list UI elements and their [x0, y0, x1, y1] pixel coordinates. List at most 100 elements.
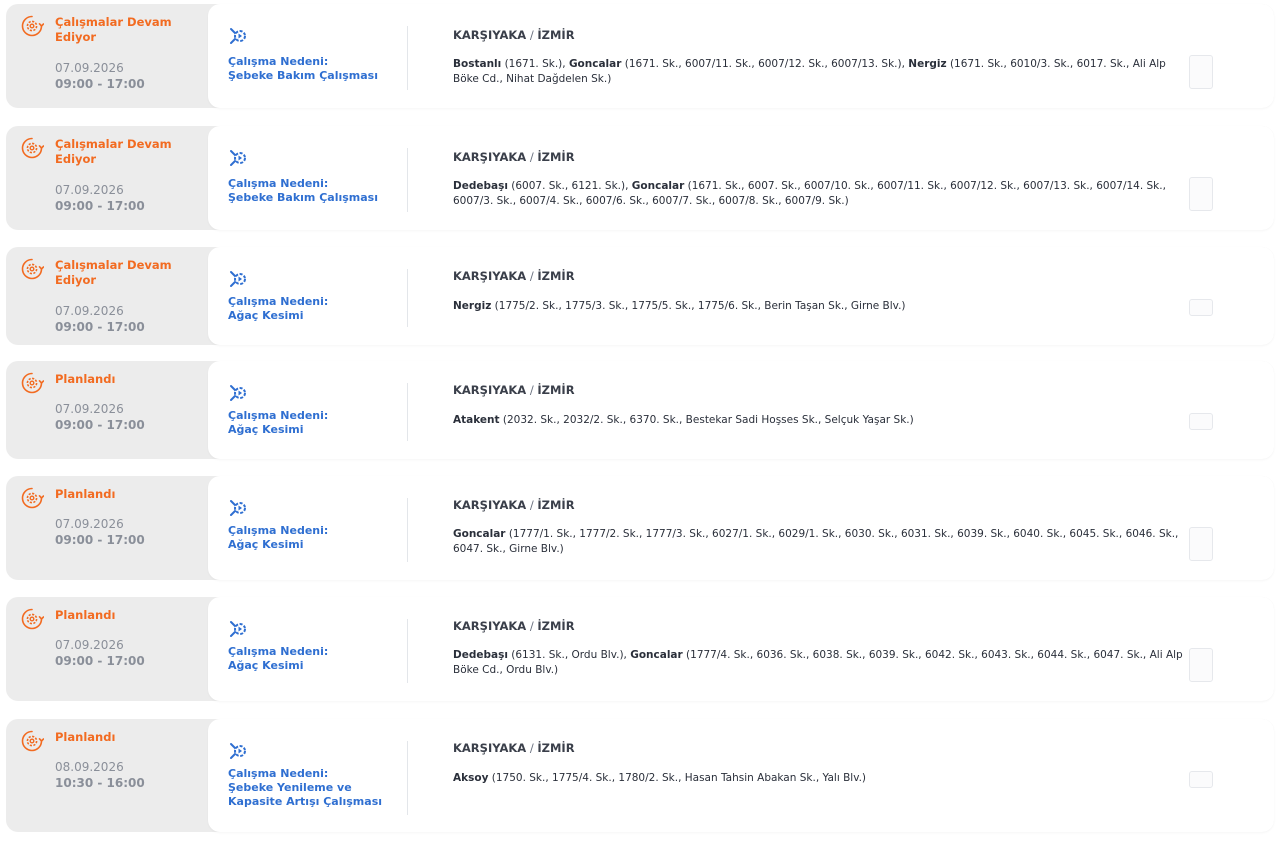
location-separator: / [526, 28, 538, 42]
detail-toggle[interactable] [1189, 299, 1213, 316]
neighborhood-name: Goncalar [453, 528, 506, 540]
outage-row: Çalışmalar Devam Ediyor 07.09.2026 09:00… [6, 247, 1274, 345]
street-list: (1750. Sk., 1775/4. Sk., 1780/2. Sk., Ha… [488, 772, 867, 784]
divider [407, 269, 408, 327]
outage-card: Çalışma Nedeni: Ağaç Kesimi KARŞIYAKA / … [208, 597, 1274, 701]
wrench-gear-icon [230, 385, 246, 401]
gear-clock-icon [21, 258, 44, 280]
status-label: Planlandı [55, 608, 116, 622]
reason-value: Ağaç Kesimi [228, 538, 304, 551]
reason-value: Şebeke Yenileme ve Kapasite Artışı Çalış… [228, 781, 383, 808]
wrench-gear-icon [230, 500, 246, 516]
reason-label: Çalışma Nedeni: [228, 55, 329, 68]
gear-clock-icon [21, 487, 44, 509]
street-list: (1671. Sk., 6007/11. Sk., 6007/12. Sk., … [621, 58, 909, 70]
status-label: Planlandı [55, 730, 116, 744]
outage-row: Planlandı 07.09.2026 09:00 - 17:00 Çalış… [6, 361, 1274, 459]
work-date: 07.09.2026 [55, 61, 124, 75]
divider [407, 148, 408, 212]
gear-clock-icon [21, 730, 44, 752]
affected-streets: Atakent (2032. Sk., 2032/2. Sk., 6370. S… [453, 413, 1188, 428]
work-time: 09:00 - 17:00 [55, 418, 145, 432]
city: İZMİR [537, 150, 575, 164]
neighborhood-name: Goncalar [568, 58, 622, 70]
district: KARŞIYAKA [453, 498, 527, 512]
street-list: (6007. Sk., 6121. Sk.), [507, 180, 632, 192]
street-list: (1775/2. Sk., 1775/3. Sk., 1775/5. Sk., … [491, 300, 906, 312]
location-separator: / [526, 150, 538, 164]
reason-label: Çalışma Nedeni: [228, 295, 329, 308]
reason-text: Çalışma Nedeni: Şebeke Yenileme ve Kapas… [228, 767, 408, 809]
work-time: 09:00 - 17:00 [55, 199, 145, 213]
detail-toggle[interactable] [1189, 413, 1213, 430]
divider [407, 26, 408, 90]
reason-label: Çalışma Nedeni: [228, 524, 329, 537]
neighborhood-name: Dedebaşı [453, 180, 508, 192]
district: KARŞIYAKA [453, 269, 527, 283]
work-time: 09:00 - 17:00 [55, 533, 145, 547]
neighborhood-name: Aksoy [453, 772, 489, 784]
location: KARŞIYAKA / İZMİR [453, 150, 575, 165]
work-time: 10:30 - 16:00 [55, 776, 145, 790]
status-label: Çalışmalar Devam Ediyor [55, 258, 172, 287]
wrench-gear-icon [230, 150, 246, 166]
reason-value: Ağaç Kesimi [228, 309, 304, 322]
work-date: 07.09.2026 [55, 402, 124, 416]
reason-value: Ağaç Kesimi [228, 423, 304, 436]
affected-streets: Nergiz (1775/2. Sk., 1775/3. Sk., 1775/5… [453, 299, 1188, 314]
outage-card: Çalışma Nedeni: Ağaç Kesimi KARŞIYAKA / … [208, 247, 1274, 345]
reason-value: Ağaç Kesimi [228, 659, 304, 672]
work-date: 07.09.2026 [55, 183, 124, 197]
status-label: Çalışmalar Devam Ediyor [55, 137, 172, 166]
detail-toggle[interactable] [1189, 55, 1213, 89]
city: İZMİR [537, 741, 575, 755]
street-list: (2032. Sk., 2032/2. Sk., 6370. Sk., Best… [499, 414, 914, 426]
neighborhood-name: Dedebaşı [453, 649, 508, 661]
district: KARŞIYAKA [453, 741, 527, 755]
neighborhood-name: Atakent [453, 414, 500, 426]
reason-value: Şebeke Bakım Çalışması [228, 69, 378, 82]
work-time: 09:00 - 17:00 [55, 654, 145, 668]
location-separator: / [526, 619, 538, 633]
street-list: (1671. Sk.), [501, 58, 569, 70]
location-separator: / [526, 498, 538, 512]
affected-streets: Dedebaşı (6131. Sk., Ordu Blv.), Goncala… [453, 648, 1188, 678]
affected-streets: Dedebaşı (6007. Sk., 6121. Sk.), Goncala… [453, 179, 1188, 209]
outage-row: Çalışmalar Devam Ediyor 07.09.2026 09:00… [6, 126, 1274, 230]
reason-text: Çalışma Nedeni: Şebeke Bakım Çalışması [228, 177, 408, 205]
work-date: 07.09.2026 [55, 638, 124, 652]
detail-toggle[interactable] [1189, 177, 1213, 211]
neighborhood-name: Nergiz [908, 58, 947, 70]
wrench-gear-icon [230, 28, 246, 44]
outage-card: Çalışma Nedeni: Şebeke Bakım Çalışması K… [208, 4, 1274, 108]
detail-toggle[interactable] [1189, 771, 1213, 788]
status-label: Planlandı [55, 487, 116, 501]
neighborhood-name: Goncalar [630, 649, 683, 661]
city: İZMİR [537, 383, 575, 397]
street-list: (6131. Sk., Ordu Blv.), [507, 649, 631, 661]
reason-text: Çalışma Nedeni: Şebeke Bakım Çalışması [228, 55, 408, 83]
district: KARŞIYAKA [453, 619, 527, 633]
divider [407, 383, 408, 441]
neighborhood-name: Goncalar [631, 180, 685, 192]
outage-card: Çalışma Nedeni: Ağaç Kesimi KARŞIYAKA / … [208, 361, 1274, 459]
work-time: 09:00 - 17:00 [55, 320, 145, 334]
divider [407, 741, 408, 815]
gear-clock-icon [21, 372, 44, 394]
neighborhood-name: Nergiz [453, 300, 492, 312]
outage-row: Planlandı 08.09.2026 10:30 - 16:00 Çalış… [6, 719, 1274, 832]
location-separator: / [526, 383, 538, 397]
location: KARŞIYAKA / İZMİR [453, 741, 575, 756]
work-time: 09:00 - 17:00 [55, 77, 145, 91]
wrench-gear-icon [230, 271, 246, 287]
reason-text: Çalışma Nedeni: Ağaç Kesimi [228, 524, 408, 552]
gear-clock-icon [21, 137, 44, 159]
detail-toggle[interactable] [1189, 648, 1213, 682]
detail-toggle[interactable] [1189, 527, 1213, 561]
city: İZMİR [537, 269, 575, 283]
reason-label: Çalışma Nedeni: [228, 645, 329, 658]
wrench-gear-icon [230, 743, 246, 759]
city: İZMİR [537, 28, 575, 42]
reason-label: Çalışma Nedeni: [228, 177, 329, 190]
outage-row: Planlandı 07.09.2026 09:00 - 17:00 Çalış… [6, 597, 1274, 701]
